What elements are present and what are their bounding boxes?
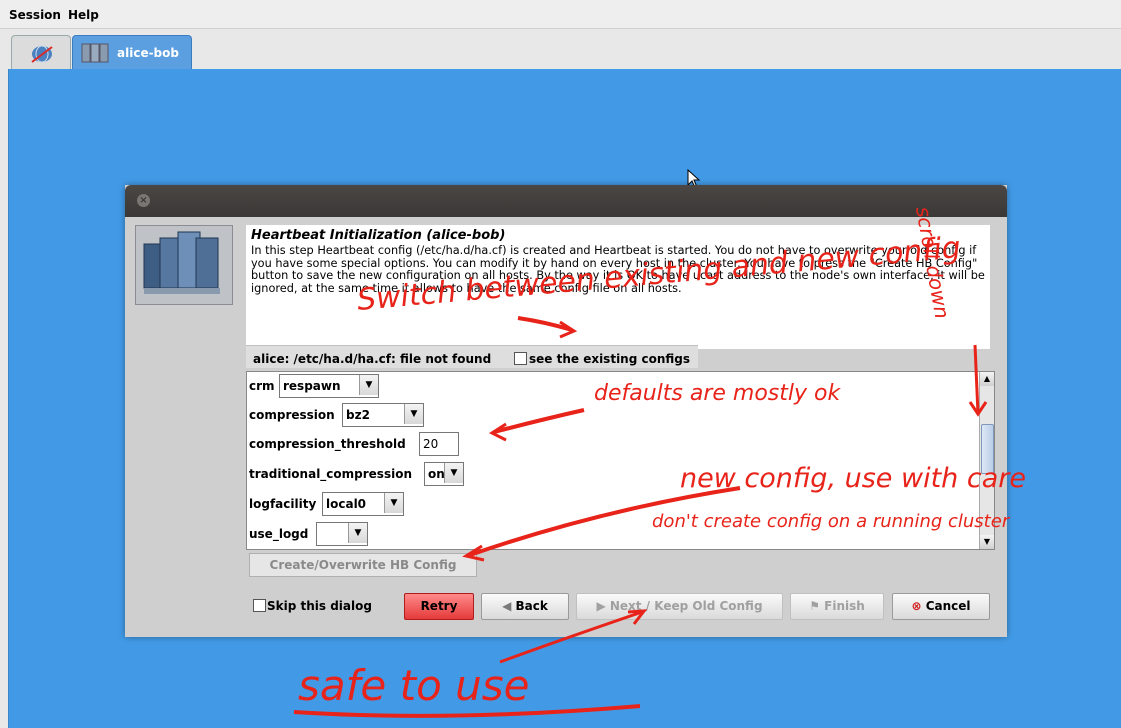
- finish-button[interactable]: ⚑ Finish: [790, 593, 884, 620]
- server-stack-icon: [143, 231, 220, 294]
- back-label: Back: [515, 599, 548, 613]
- cancel-label: Cancel: [925, 599, 971, 613]
- status-row: alice: /etc/ha.d/ha.cf: file not found s…: [246, 345, 698, 368]
- finish-label: Finish: [824, 599, 865, 613]
- chevron-down-icon[interactable]: ▼: [404, 404, 423, 424]
- combo-value: local0: [326, 497, 367, 511]
- input-value: 20: [423, 437, 439, 451]
- dialog-description: In this step Heartbeat config (/etc/ha.d…: [251, 244, 985, 295]
- combo-value: bz2: [346, 408, 370, 422]
- traditional-compression-select[interactable]: on ▼: [424, 462, 464, 486]
- menu-bar: Session Help: [0, 0, 1121, 29]
- cancel-button[interactable]: ⊗ Cancel: [892, 593, 990, 620]
- menu-session[interactable]: Session: [9, 8, 61, 22]
- tab-cluster[interactable]: alice-bob: [72, 35, 192, 70]
- logfacility-select[interactable]: local0 ▼: [322, 492, 404, 516]
- next-label: Next / Keep Old Config: [609, 599, 763, 613]
- param-label: logfacility: [249, 497, 317, 511]
- scroll-up-icon[interactable]: ▲: [980, 372, 994, 386]
- skip-dialog-checkbox[interactable]: [253, 599, 266, 612]
- back-button[interactable]: ◀ Back: [481, 593, 569, 620]
- crm-select[interactable]: respawn ▼: [279, 374, 379, 398]
- compression-select[interactable]: bz2 ▼: [342, 403, 424, 427]
- param-label: traditional_compression: [249, 467, 412, 481]
- scroll-thumb[interactable]: [981, 424, 994, 474]
- param-label: compression_threshold: [249, 437, 406, 451]
- param-label: crm: [249, 379, 275, 393]
- chevron-down-icon[interactable]: ▼: [384, 493, 403, 513]
- retry-button[interactable]: Retry: [404, 593, 474, 620]
- params-scrollbar[interactable]: ▲ ▼: [979, 372, 994, 549]
- create-config-button[interactable]: Create/Overwrite HB Config: [249, 553, 477, 577]
- config-status: alice: /etc/ha.d/ha.cf: file not found: [253, 352, 492, 366]
- close-icon[interactable]: ×: [137, 194, 150, 207]
- cancel-icon: ⊗: [911, 599, 926, 613]
- see-existing-label[interactable]: see the existing configs: [529, 352, 690, 366]
- param-label: use_logd: [249, 527, 309, 541]
- tab-cluster-label: alice-bob: [117, 46, 179, 60]
- tab-bar: alice-bob: [0, 29, 1121, 70]
- use-logd-select[interactable]: ▼: [316, 522, 368, 546]
- see-existing-checkbox[interactable]: [514, 352, 527, 365]
- heartbeat-dialog: × Heartbeat Initialization (alice-bob) I…: [125, 185, 1007, 637]
- heartbeat-logo: [135, 225, 233, 305]
- chevron-down-icon[interactable]: ▼: [348, 523, 367, 543]
- finish-flag-icon: ⚑: [809, 599, 825, 613]
- compression-threshold-input[interactable]: 20: [419, 432, 459, 456]
- next-arrow-icon: ▶: [596, 599, 610, 613]
- info-panel: Heartbeat Initialization (alice-bob) In …: [246, 225, 990, 349]
- tab-home[interactable]: [11, 35, 71, 70]
- chevron-down-icon[interactable]: ▼: [444, 463, 463, 483]
- skip-dialog-label[interactable]: Skip this dialog: [267, 599, 372, 613]
- cluster-globe-icon: [31, 45, 53, 63]
- param-label: compression: [249, 408, 335, 422]
- back-arrow-icon: ◀: [502, 599, 516, 613]
- menu-help[interactable]: Help: [68, 8, 99, 22]
- next-button[interactable]: ▶ Next / Keep Old Config: [576, 593, 783, 620]
- chevron-down-icon[interactable]: ▼: [359, 375, 378, 395]
- params-panel: crm respawn ▼ compression bz2 ▼ compress…: [246, 371, 995, 550]
- dialog-titlebar: ×: [125, 185, 1007, 217]
- servers-icon: [81, 43, 109, 63]
- retry-label: Retry: [420, 599, 458, 613]
- combo-value: on: [428, 467, 445, 481]
- dialog-title: Heartbeat Initialization (alice-bob): [251, 228, 506, 243]
- scroll-down-icon[interactable]: ▼: [980, 535, 994, 549]
- combo-value: respawn: [283, 379, 341, 393]
